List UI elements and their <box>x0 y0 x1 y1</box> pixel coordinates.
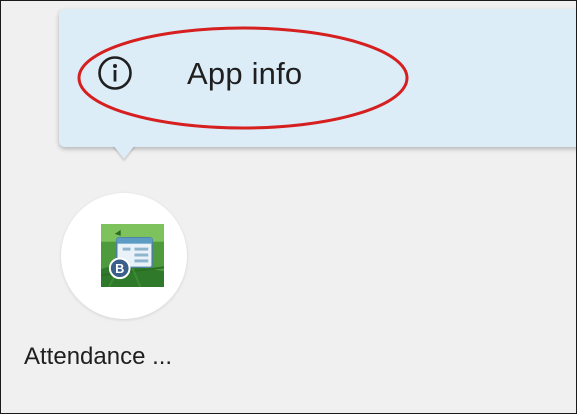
svg-text:B: B <box>115 261 124 276</box>
attendance-app-shortcut[interactable]: B Attendance ... <box>21 189 241 389</box>
popup-pointer-arrow <box>113 145 135 159</box>
screenshot-frame: App info B Attendance ... <box>0 0 577 414</box>
app-info-label: App info <box>187 56 303 91</box>
attendance-app-icon: B <box>101 224 164 287</box>
app-name-label: Attendance ... <box>24 343 173 370</box>
app-info-menu-item[interactable]: App info <box>59 23 459 133</box>
info-icon <box>98 56 132 90</box>
